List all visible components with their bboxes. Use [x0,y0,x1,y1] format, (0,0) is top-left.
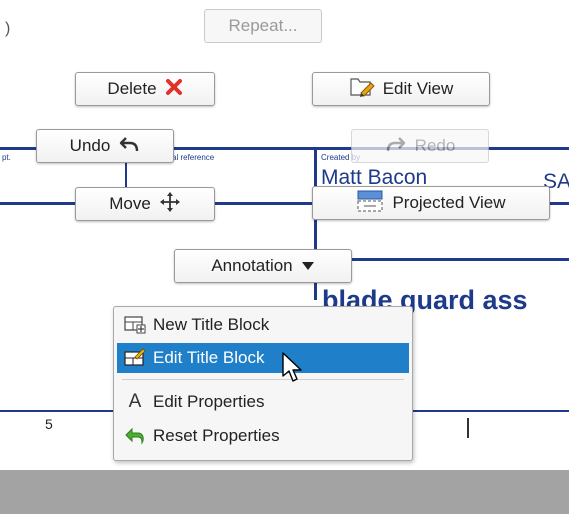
letter-a-icon: A [128,391,142,412]
menu-item-label: New Title Block [153,315,270,334]
undo-button[interactable]: Undo [36,129,174,163]
tick-mark [467,418,469,438]
edit-view-icon [349,76,375,103]
delete-x-icon [165,78,183,101]
delete-label: Delete [107,79,157,98]
undo-label: Undo [69,136,111,155]
status-bar [0,470,569,514]
menu-item-label: Reset Properties [153,426,280,445]
redo-arrow-icon [385,134,407,159]
column-number: 5 [45,416,53,432]
menu-separator [122,379,404,380]
repeat-label: Repeat... [228,16,298,35]
delete-button[interactable]: Delete [75,72,215,106]
edit-view-label: Edit View [382,79,454,98]
annotation-label: Annotation [211,256,293,275]
context-menu: New Title Block Edit Title Block A Edit … [113,306,413,461]
menu-item-reset-properties[interactable]: Reset Properties [117,421,409,451]
dropdown-triangle-icon [301,256,315,276]
move-arrows-icon [159,191,181,218]
move-label: Move [109,194,151,213]
redo-label: Redo [414,136,456,155]
menu-item-edit-properties[interactable]: A Edit Properties [117,387,409,417]
edge-fragment: ) [5,20,11,37]
new-title-block-icon [117,315,153,335]
annotation-dropdown[interactable]: Annotation [174,249,352,283]
menu-item-label: Edit Properties [153,392,265,411]
move-button[interactable]: Move [75,187,215,221]
edit-view-button[interactable]: Edit View [312,72,490,106]
menu-item-label: Edit Title Block [153,348,265,367]
projected-view-button[interactable]: Projected View [312,186,550,220]
label-dept: pt. [2,153,11,162]
mouse-cursor-icon [282,352,304,391]
menu-item-new-title-block[interactable]: New Title Block [117,310,409,340]
undo-arrow-icon [118,134,140,159]
projected-view-icon [356,189,384,218]
reset-green-arrow-icon [117,426,153,446]
redo-button[interactable]: Redo [351,129,489,163]
menu-item-edit-title-block[interactable]: Edit Title Block [117,343,409,373]
edit-title-block-icon [117,348,153,368]
border-line-right [318,258,569,261]
repeat-button[interactable]: Repeat... [204,9,322,43]
projected-view-label: Projected View [392,193,506,212]
label-reference: al reference [172,153,215,162]
